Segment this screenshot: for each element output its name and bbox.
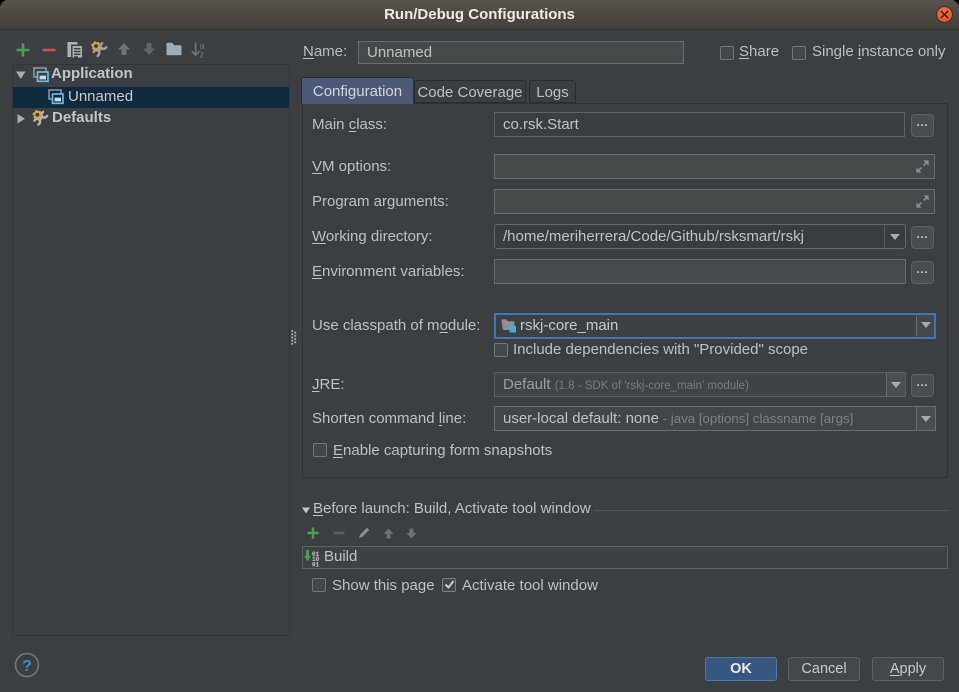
svg-text:z: z [200,49,205,58]
svg-text:01: 01 [312,561,320,568]
svg-text:?: ? [22,658,32,675]
